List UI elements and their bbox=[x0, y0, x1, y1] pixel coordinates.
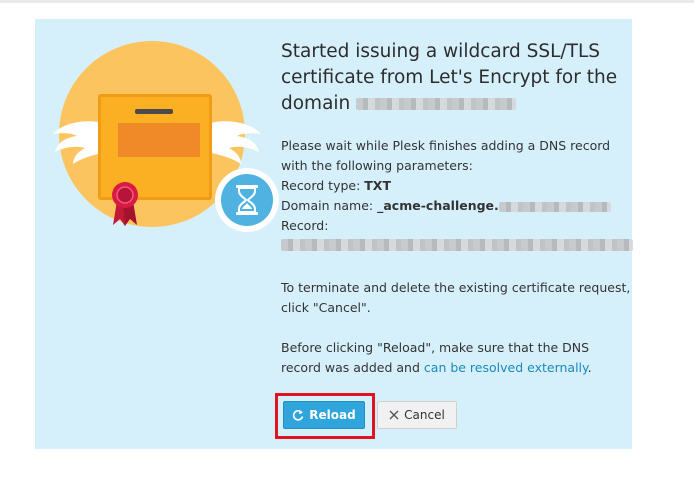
certificate-illustration bbox=[53, 39, 279, 259]
redacted-domain bbox=[356, 98, 517, 110]
top-divider bbox=[0, 0, 694, 3]
record-type-value: TXT bbox=[364, 178, 391, 193]
record-label: Record: bbox=[281, 218, 329, 233]
seal-ribbon-icon bbox=[112, 182, 138, 226]
cancel-button[interactable]: Cancel bbox=[377, 401, 457, 429]
domain-name-line: Domain name: _acme-challenge. bbox=[281, 196, 631, 216]
resolved-externally-link[interactable]: can be resolved externally bbox=[424, 360, 588, 375]
hourglass-icon bbox=[236, 185, 258, 215]
redacted-record-value bbox=[281, 239, 633, 251]
dialog-body: Please wait while Plesk finishes adding … bbox=[281, 136, 633, 378]
hourglass-badge bbox=[215, 168, 279, 232]
right-wing-icon bbox=[207, 121, 261, 164]
terminate-text: To terminate and delete the existing cer… bbox=[281, 280, 631, 315]
dialog-title: Started issuing a wildcard SSL/TLS certi… bbox=[281, 41, 618, 114]
record-type-line: Record type: TXT bbox=[281, 178, 391, 193]
before-reload-text: Before clicking "Reload", make sure that… bbox=[281, 340, 592, 375]
close-icon bbox=[389, 410, 399, 420]
domain-name-value: _acme-challenge. bbox=[377, 198, 499, 213]
certificate-progress-panel: Started issuing a wildcard SSL/TLS certi… bbox=[35, 19, 633, 449]
reload-button[interactable]: Reload bbox=[283, 401, 365, 429]
refresh-icon bbox=[293, 410, 304, 421]
wait-text: Please wait while Plesk finishes adding … bbox=[281, 138, 611, 173]
dialog-content: Started issuing a wildcard SSL/TLS certi… bbox=[281, 39, 633, 378]
redacted-domain-suffix bbox=[498, 201, 611, 212]
